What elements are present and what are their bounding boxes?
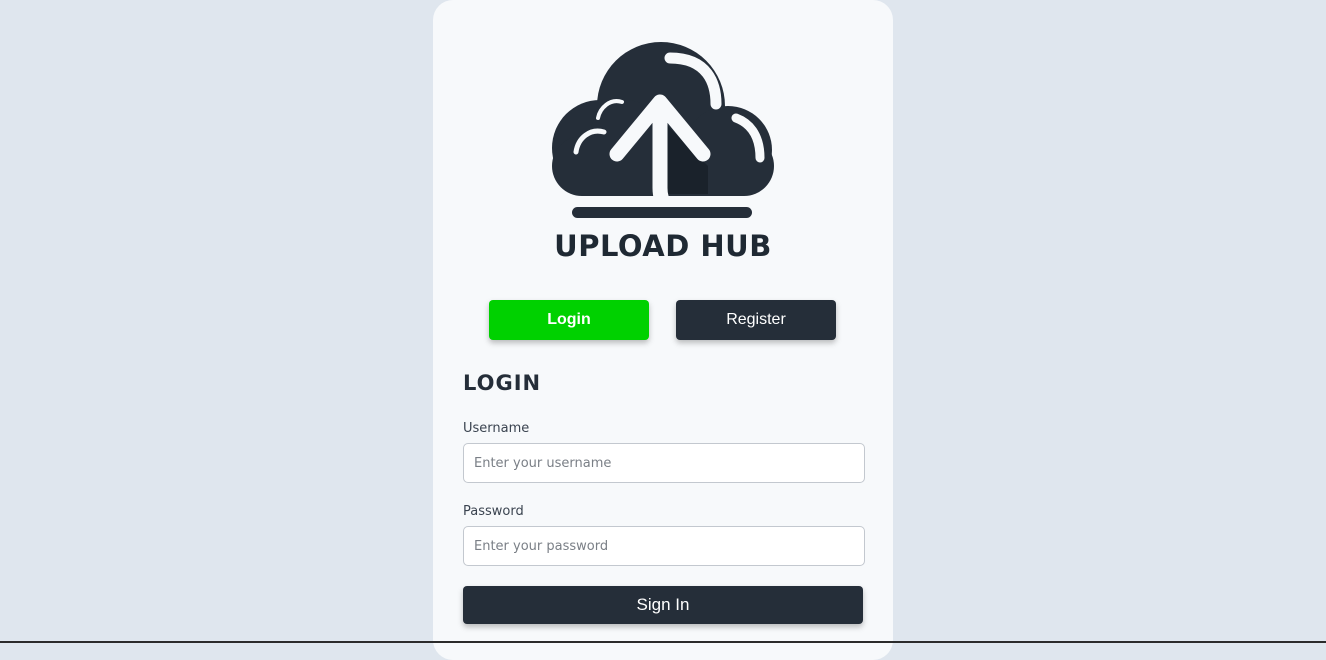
password-input[interactable] bbox=[463, 526, 865, 566]
brand-name: UPLOAD HUB bbox=[554, 229, 772, 263]
login-card: UPLOAD HUB Login Register LOGIN Username… bbox=[433, 0, 893, 660]
logo bbox=[433, 36, 893, 228]
register-tab-button[interactable]: Register bbox=[676, 300, 836, 340]
sign-in-button[interactable]: Sign In bbox=[463, 586, 863, 624]
username-label: Username bbox=[463, 421, 530, 436]
form-title: LOGIN bbox=[463, 371, 542, 395]
cloud-upload-icon bbox=[552, 42, 774, 220]
password-label: Password bbox=[463, 504, 524, 519]
username-input[interactable] bbox=[463, 443, 865, 483]
login-tab-button[interactable]: Login bbox=[489, 300, 649, 340]
